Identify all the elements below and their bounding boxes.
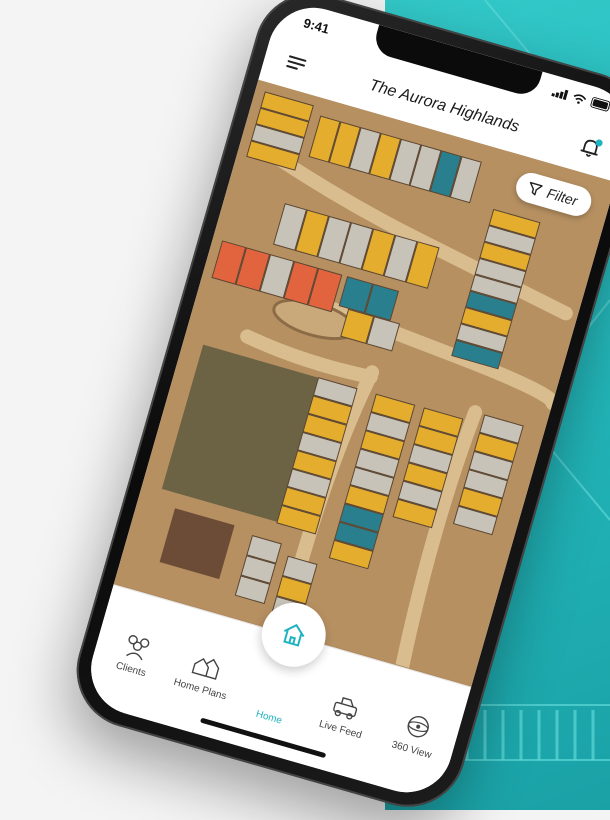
home-plans-icon [191,657,220,680]
home-icon [283,624,305,647]
wifi-icon [573,93,587,104]
notifications-button[interactable] [576,133,606,163]
tab-home[interactable]: Home [233,702,305,732]
stage: 9:41 The Aurora Highlands Filter Clients… [0,0,610,820]
tab-clients[interactable]: Clients [95,624,176,685]
tab-label: Clients [114,660,147,680]
status-icons [551,85,610,113]
filter-label: Filter [545,184,580,209]
bell-icon [580,139,603,157]
clients-icon [126,635,150,661]
signal-icon [551,89,569,100]
tab-label: Home [254,708,284,727]
battery-icon [590,97,610,112]
menu-button[interactable] [284,51,311,76]
live-feed-icon [333,697,358,720]
tab-360-view[interactable]: 360 View [375,704,456,765]
status-time: 9:41 [301,15,331,37]
phone-mockup: 9:41 The Aurora Highlands Filter Clients… [63,0,610,820]
tab-live-feed[interactable]: Live Feed [304,684,385,745]
360-view-icon [407,715,429,738]
aerial-lot-map[interactable] [113,79,610,686]
tab-label: Home Plans [172,676,228,703]
community-site-map[interactable]: Filter [113,79,610,688]
filter-icon [529,181,543,196]
hamburger-menu-icon [286,55,307,70]
tab-home-plans[interactable]: Home Plans [164,644,245,705]
